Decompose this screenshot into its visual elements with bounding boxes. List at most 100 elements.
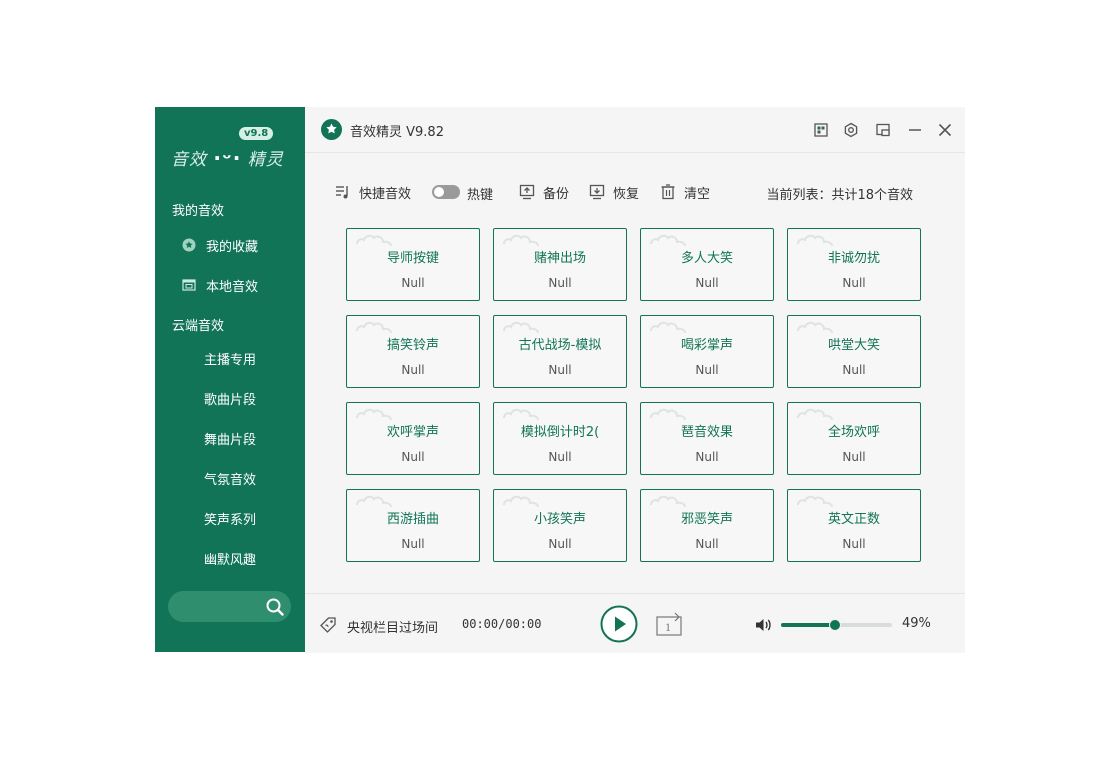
version-badge: v9.8: [239, 127, 274, 140]
sound-name: 多人大笑: [680, 251, 733, 266]
sound-name: 非诚勿扰: [827, 251, 880, 266]
sound-name: 邪恶笑声: [680, 512, 733, 527]
cloud-watermark-icon: [356, 495, 392, 508]
clear-label: 清空: [684, 186, 711, 202]
loop-count: 1: [665, 620, 671, 634]
cloud-watermark-icon: [650, 408, 686, 421]
skin-icon[interactable]: [812, 121, 830, 139]
player-bar: 央视栏目过场间 00:00/00:00 1 49%: [305, 593, 965, 653]
playback-time: 00:00/00:00: [462, 617, 542, 631]
volume-fill: [781, 623, 836, 627]
app-icon: [321, 119, 342, 140]
cloud-watermark-icon: [797, 495, 833, 508]
sound-card[interactable]: 喝彩掌声 Null: [640, 315, 774, 388]
sidebar-item-dance-clips[interactable]: 舞曲片段: [204, 429, 256, 448]
sound-hotkey: Null: [401, 276, 425, 290]
sound-card[interactable]: 西游插曲 Null: [346, 489, 480, 562]
sound-hotkey: Null: [842, 276, 866, 290]
repeat-once-button[interactable]: 1: [655, 610, 683, 638]
backup-icon: [519, 184, 535, 200]
logo-text-left: 音效: [171, 150, 207, 170]
quick-sounds-button[interactable]: 快捷音效: [335, 183, 412, 202]
sound-card[interactable]: 赌神出场 Null: [493, 228, 627, 301]
sound-card[interactable]: 导师按键 Null: [346, 228, 480, 301]
sound-name: 赌神出场: [533, 251, 586, 266]
sidebar-item-humor[interactable]: 幽默风趣: [204, 549, 256, 568]
sidebar-item-favorites[interactable]: 我的收藏: [182, 234, 258, 256]
star-badge-icon: [182, 238, 196, 252]
my-sounds-heading: 我的音效: [172, 204, 225, 219]
volume-icon[interactable]: [754, 616, 772, 634]
cloud-sounds-heading: 云端音效: [172, 319, 225, 334]
hotkey-label: 热键: [467, 188, 494, 203]
search-input[interactable]: [180, 597, 264, 617]
list-count-status: 当前列表：共计18个音效: [766, 188, 913, 203]
sound-name: 英文正数: [827, 512, 880, 527]
sound-card[interactable]: 非诚勿扰 Null: [787, 228, 921, 301]
sound-hotkey: Null: [695, 363, 719, 377]
sound-name: 模拟倒计时2(: [520, 425, 600, 440]
sound-hotkey: Null: [548, 537, 572, 551]
sound-card[interactable]: 古代战场-模拟 Null: [493, 315, 627, 388]
sound-card[interactable]: 搞笑铃声 Null: [346, 315, 480, 388]
backup-button[interactable]: 备份: [519, 183, 570, 202]
sound-card[interactable]: 全场欢呼 Null: [787, 402, 921, 475]
search-icon[interactable]: [265, 597, 285, 617]
mini-mode-icon[interactable]: [874, 121, 892, 139]
sidebar-item-streamer[interactable]: 主播专用: [204, 349, 256, 368]
restore-icon: [589, 184, 605, 200]
sound-name: 搞笑铃声: [386, 338, 439, 353]
sound-card[interactable]: 哄堂大笑 Null: [787, 315, 921, 388]
backup-label: 备份: [543, 186, 570, 202]
volume-percent: 49%: [902, 616, 931, 631]
sound-card[interactable]: 欢呼掌声 Null: [346, 402, 480, 475]
sound-card[interactable]: 小孩笑声 Null: [493, 489, 627, 562]
cloud-watermark-icon: [650, 234, 686, 247]
sound-name: 琶音效果: [680, 425, 733, 440]
quick-sounds-label: 快捷音效: [359, 186, 412, 202]
close-icon[interactable]: [936, 121, 954, 139]
cloud-watermark-icon: [356, 321, 392, 334]
window-title: 音效精灵 V9.82: [350, 125, 444, 140]
cloud-watermark-icon: [797, 321, 833, 334]
list-music-icon: [336, 186, 348, 199]
tag-icon[interactable]: [319, 616, 337, 634]
clear-button[interactable]: 清空: [660, 183, 711, 202]
sound-card[interactable]: 多人大笑 Null: [640, 228, 774, 301]
sound-name: 喝彩掌声: [680, 338, 733, 353]
sidebar-item-atmosphere[interactable]: 气氛音效: [204, 469, 256, 488]
restore-button[interactable]: 恢复: [589, 183, 639, 202]
sound-grid: 导师按键 Null 赌神出场 Null 多人大笑 Null 非诚勿扰 Null 搞笑铃声…: [346, 228, 921, 562]
minimize-icon[interactable]: [906, 121, 924, 139]
sound-hotkey: Null: [548, 276, 572, 290]
repeat-once-icon: 1: [656, 612, 682, 636]
cloud-watermark-icon: [650, 495, 686, 508]
sound-hotkey: Null: [401, 537, 425, 551]
sidebar-item-label: 本地音效: [206, 279, 259, 295]
sound-hotkey: Null: [548, 450, 572, 464]
play-button[interactable]: [600, 605, 638, 643]
volume-slider[interactable]: [781, 619, 892, 631]
sound-card[interactable]: 邪恶笑声 Null: [640, 489, 774, 562]
cloud-watermark-icon: [503, 408, 539, 421]
sound-card[interactable]: 英文正数 Null: [787, 489, 921, 562]
app-logo: 音效 ·ᵕ· 精灵 v9.8: [171, 127, 291, 175]
sound-name: 古代战场-模拟: [518, 338, 602, 353]
sound-hotkey: Null: [842, 450, 866, 464]
sound-card[interactable]: 模拟倒计时2( Null: [493, 402, 627, 475]
sound-card[interactable]: 琶音效果 Null: [640, 402, 774, 475]
sidebar-item-laughter[interactable]: 笑声系列: [204, 509, 256, 528]
title-bar: 音效精灵 V9.82: [305, 107, 965, 153]
sound-hotkey: Null: [548, 363, 572, 377]
app-window: 音效 ·ᵕ· 精灵 v9.8 我的音效 我的收藏 本地音效 云端音效 主播专用 …: [155, 107, 965, 653]
sidebar-item-local[interactable]: 本地音效: [182, 274, 258, 296]
sidebar-item-label: 我的收藏: [206, 239, 259, 255]
sidebar-item-song-clips[interactable]: 歌曲片段: [204, 389, 256, 408]
toggle-knob: [434, 187, 444, 197]
cloud-watermark-icon: [650, 321, 686, 334]
hotkey-toggle[interactable]: [432, 185, 460, 199]
play-icon: [600, 605, 638, 643]
volume-thumb[interactable]: [829, 619, 842, 631]
logo-mascot-icon: ·ᵕ·: [213, 146, 242, 170]
settings-icon[interactable]: [842, 121, 860, 139]
